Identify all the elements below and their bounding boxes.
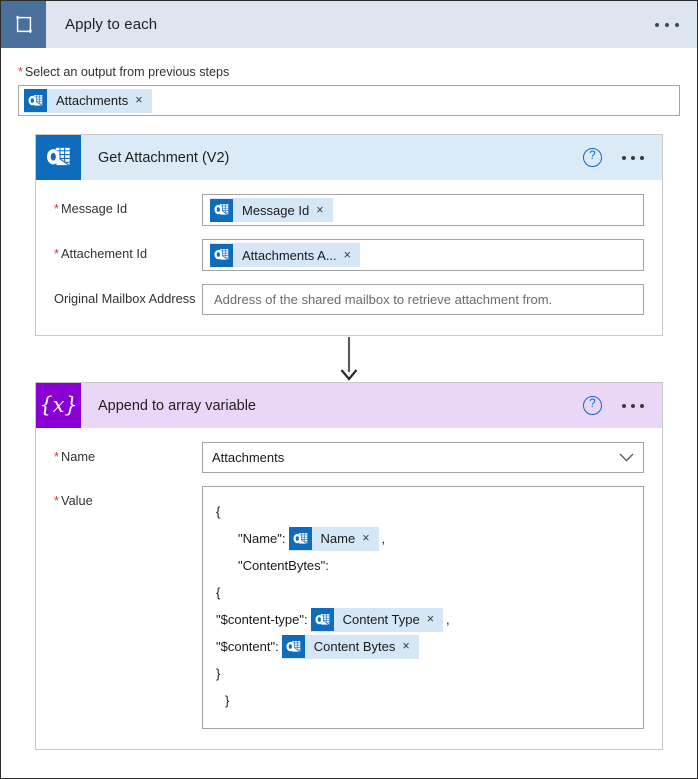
outlook-icon — [36, 135, 81, 180]
required-asterisk: * — [54, 493, 59, 508]
value-code-line: } — [216, 687, 630, 714]
field-row-variable-value: * Value { "Name": Name ×, "ContentBytes": { "$c… — [54, 486, 644, 729]
token-chip-content-type[interactable]: Content Type × — [310, 607, 444, 632]
code-text: { — [216, 585, 221, 600]
apply-to-each-menu-button[interactable] — [655, 22, 679, 27]
token-chip-name[interactable]: Name × — [288, 526, 379, 551]
outlook-icon — [210, 243, 233, 267]
power-automate-flow-designer: Apply to each * Select an output from pre… — [0, 0, 698, 779]
help-icon[interactable]: ? — [583, 148, 602, 167]
field-label-text: Attachement Id — [60, 246, 148, 261]
code-text: "ContentBytes": — [238, 558, 329, 573]
token-remove-icon[interactable]: × — [316, 204, 332, 217]
token-chip-label: Message Id — [242, 202, 310, 218]
outlook-icon — [310, 608, 334, 631]
down-arrow-icon — [340, 337, 358, 381]
help-icon[interactable]: ? — [583, 396, 602, 415]
outlook-icon — [210, 198, 233, 222]
append-to-array-variable-title: Append to array variable — [98, 397, 256, 414]
append-to-array-variable-header[interactable]: {x} Append to array variable ? — [36, 383, 662, 428]
apply-to-each-body: * Select an output from previous steps At… — [1, 49, 697, 750]
variable-value-editor[interactable]: { "Name": Name ×, "ContentBytes": { "$content-… — [202, 486, 644, 729]
chevron-down-icon[interactable] — [619, 450, 634, 465]
token-chip-label: Content Type — [342, 612, 420, 627]
outlook-icon — [24, 89, 47, 112]
original-mailbox-address-placeholder: Address of the shared mailbox to retriev… — [214, 292, 553, 307]
token-chip-content-bytes[interactable]: Content Bytes × — [281, 634, 419, 659]
variable-name-value: Attachments — [212, 450, 285, 465]
token-chip-label: Content Bytes — [313, 639, 396, 654]
value-code-line: } — [216, 660, 630, 687]
attachment-id-input[interactable]: Attachments A... × — [202, 239, 644, 271]
field-label-variable-value: * Value — [54, 486, 202, 509]
outlook-icon — [288, 527, 312, 550]
required-asterisk: * — [54, 246, 59, 261]
required-asterisk: * — [18, 65, 23, 79]
code-text: , — [446, 612, 450, 627]
field-label-text: Value — [60, 493, 93, 508]
value-code-line: "Name": Name ×, — [216, 525, 630, 552]
required-asterisk: * — [54, 201, 59, 216]
append-to-array-variable-card: {x} Append to array variable ? * Name At… — [35, 382, 663, 750]
token-chip-label: Attachments — [56, 93, 129, 108]
token-remove-icon[interactable]: × — [427, 613, 443, 626]
get-attachment-title: Get Attachment (V2) — [98, 149, 230, 166]
get-attachment-menu-button[interactable] — [622, 155, 644, 160]
token-chip-attachments-attachment-id[interactable]: Attachments A... × — [210, 243, 360, 267]
select-output-label: * Select an output from previous steps — [18, 65, 680, 79]
loop-icon — [1, 1, 46, 48]
code-text: "$content": — [216, 639, 279, 654]
token-chip-label: Attachments A... — [242, 247, 337, 263]
code-text: { — [216, 504, 221, 519]
value-code-line: { — [216, 579, 630, 606]
value-code-line: "$content": Content Bytes × — [216, 633, 630, 660]
variable-icon: {x} — [36, 383, 81, 428]
apply-to-each-header[interactable]: Apply to each — [1, 1, 697, 49]
variable-icon-glyph: {x} — [39, 393, 78, 417]
token-remove-icon[interactable]: × — [402, 640, 418, 653]
flow-connector — [18, 336, 680, 382]
field-label-variable-name: * Name — [54, 442, 202, 465]
code-text: } — [216, 666, 221, 681]
field-label-attachment-id: * Attachement Id — [54, 239, 202, 262]
field-row-message-id: * Message Id Message Id × — [54, 194, 644, 226]
value-code-line: { — [216, 498, 630, 525]
code-text: "$content-type": — [216, 612, 308, 627]
message-id-input[interactable]: Message Id × — [202, 194, 644, 226]
select-output-label-text: Select an output from previous steps — [24, 65, 230, 79]
code-text: , — [381, 531, 386, 546]
token-chip-attachments[interactable]: Attachments × — [24, 88, 152, 113]
code-text: "Name": — [238, 531, 286, 546]
get-attachment-card: Get Attachment (V2) ? * Message Id Messa… — [35, 134, 663, 336]
field-row-original-mailbox-address: Original Mailbox Address Address of the … — [54, 284, 644, 315]
append-to-array-variable-menu-button[interactable] — [622, 403, 644, 408]
value-code-line: "ContentBytes": — [216, 552, 630, 579]
token-remove-icon[interactable]: × — [344, 249, 360, 262]
field-label-original-mailbox-address: Original Mailbox Address — [54, 291, 196, 306]
apply-to-each-title: Apply to each — [65, 16, 158, 33]
token-chip-message-id[interactable]: Message Id × — [210, 198, 333, 222]
original-mailbox-address-input[interactable]: Address of the shared mailbox to retriev… — [202, 284, 644, 315]
field-row-variable-name: * Name Attachments — [54, 442, 644, 473]
append-to-array-variable-body: * Name Attachments * Value {"Name": Nam… — [36, 428, 662, 749]
outlook-icon — [281, 635, 305, 658]
select-output-input[interactable]: Attachments × — [18, 85, 680, 116]
field-row-attachment-id: * Attachement Id Attachments A... × — [54, 239, 644, 271]
token-remove-icon[interactable]: × — [362, 532, 378, 545]
get-attachment-header[interactable]: Get Attachment (V2) ? — [36, 135, 662, 180]
field-label-message-id: * Message Id — [54, 194, 202, 217]
field-label-text: Message Id — [60, 201, 128, 216]
field-label-text: Name — [60, 449, 96, 464]
value-code-line: "$content-type": Content Type ×, — [216, 606, 630, 633]
variable-name-select[interactable]: Attachments — [202, 442, 644, 473]
code-text: } — [225, 693, 230, 708]
get-attachment-body: * Message Id Message Id × * Attachement … — [36, 180, 662, 335]
required-asterisk: * — [54, 449, 59, 464]
token-remove-icon[interactable]: × — [135, 94, 151, 107]
token-chip-label: Name — [320, 531, 356, 546]
